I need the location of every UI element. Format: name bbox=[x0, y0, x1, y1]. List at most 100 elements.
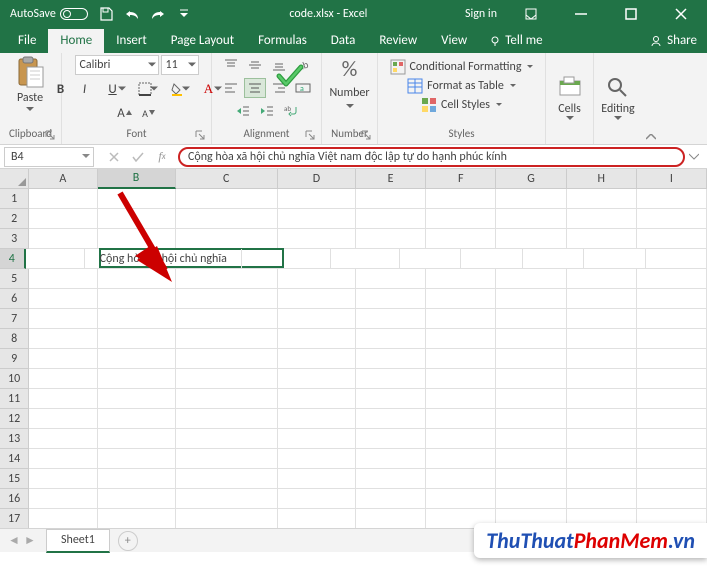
cell[interactable] bbox=[278, 409, 356, 429]
cell[interactable] bbox=[637, 389, 707, 409]
cell[interactable] bbox=[356, 509, 426, 529]
cell[interactable] bbox=[278, 269, 356, 289]
column-header[interactable]: F bbox=[426, 169, 496, 189]
sheet-tab-active[interactable]: Sheet1 bbox=[46, 529, 110, 553]
cell[interactable] bbox=[567, 429, 637, 449]
column-header[interactable]: A bbox=[29, 169, 97, 189]
cell[interactable] bbox=[567, 389, 637, 409]
cell[interactable] bbox=[176, 309, 278, 329]
cell[interactable] bbox=[98, 509, 176, 529]
cell[interactable] bbox=[278, 429, 356, 449]
cell[interactable] bbox=[567, 189, 637, 209]
tab-formulas[interactable]: Formulas bbox=[246, 29, 319, 53]
cell[interactable] bbox=[646, 249, 707, 269]
fill-color-button[interactable] bbox=[162, 79, 192, 99]
cell[interactable] bbox=[567, 469, 637, 489]
row-header[interactable]: 11 bbox=[0, 389, 29, 409]
column-header[interactable]: H bbox=[567, 169, 637, 189]
enter-formula-button[interactable] bbox=[126, 147, 150, 167]
cell[interactable] bbox=[331, 249, 399, 269]
cell[interactable] bbox=[29, 289, 97, 309]
row-header[interactable]: 13 bbox=[0, 429, 29, 449]
row-header[interactable]: 14 bbox=[0, 449, 29, 469]
expand-formula-bar-icon[interactable] bbox=[685, 150, 703, 164]
column-header[interactable]: E bbox=[356, 169, 426, 189]
cell[interactable] bbox=[176, 489, 278, 509]
align-top-button[interactable] bbox=[220, 55, 242, 75]
cell[interactable] bbox=[278, 189, 356, 209]
next-sheet-icon[interactable]: ► bbox=[24, 533, 38, 548]
cell[interactable] bbox=[26, 249, 86, 269]
cell[interactable] bbox=[98, 389, 176, 409]
row-header[interactable]: 17 bbox=[0, 509, 29, 529]
cell[interactable] bbox=[400, 249, 461, 269]
tab-review[interactable]: Review bbox=[367, 29, 429, 53]
cell[interactable] bbox=[29, 509, 97, 529]
autosave-toggle[interactable]: AutoSave bbox=[10, 7, 88, 21]
cell[interactable] bbox=[278, 329, 356, 349]
cell[interactable] bbox=[356, 309, 426, 329]
row-header[interactable]: 9 bbox=[0, 349, 29, 369]
cell[interactable] bbox=[637, 289, 707, 309]
cell[interactable] bbox=[278, 289, 356, 309]
cell[interactable] bbox=[426, 329, 496, 349]
cell[interactable] bbox=[637, 469, 707, 489]
cell[interactable] bbox=[426, 489, 496, 509]
cells-icon[interactable] bbox=[558, 76, 582, 100]
cell[interactable] bbox=[461, 249, 522, 269]
cell[interactable] bbox=[637, 489, 707, 509]
cell[interactable] bbox=[98, 469, 176, 489]
cell[interactable] bbox=[29, 349, 97, 369]
percent-icon[interactable]: % bbox=[342, 55, 358, 82]
cell[interactable] bbox=[496, 409, 566, 429]
formula-input[interactable]: Cộng hòa xã hội chủ nghĩa Việt nam độc l… bbox=[178, 147, 685, 167]
cell[interactable] bbox=[426, 449, 496, 469]
cell[interactable] bbox=[426, 269, 496, 289]
cell[interactable] bbox=[496, 289, 566, 309]
number-format-button[interactable]: Number bbox=[329, 86, 369, 100]
cell[interactable] bbox=[356, 269, 426, 289]
save-icon[interactable] bbox=[98, 6, 114, 22]
maximize-icon[interactable] bbox=[609, 0, 653, 28]
dialog-launcher-icon[interactable] bbox=[195, 130, 205, 140]
cell[interactable] bbox=[496, 269, 566, 289]
sign-in-link[interactable]: Sign in bbox=[465, 7, 497, 21]
tab-home[interactable]: Home bbox=[48, 29, 104, 53]
cell[interactable] bbox=[637, 329, 707, 349]
cell[interactable] bbox=[29, 449, 97, 469]
cell[interactable] bbox=[637, 229, 707, 249]
column-header[interactable]: C bbox=[176, 169, 278, 189]
row-header[interactable]: 4 bbox=[0, 249, 26, 269]
cell[interactable] bbox=[496, 489, 566, 509]
cell[interactable] bbox=[278, 489, 356, 509]
cell[interactable] bbox=[278, 369, 356, 389]
column-header[interactable]: B bbox=[98, 169, 176, 189]
row-header[interactable]: 10 bbox=[0, 369, 29, 389]
cell[interactable] bbox=[176, 469, 278, 489]
row-header[interactable]: 15 bbox=[0, 469, 29, 489]
bold-button[interactable]: B bbox=[50, 79, 72, 99]
cell[interactable] bbox=[637, 429, 707, 449]
cell[interactable] bbox=[496, 389, 566, 409]
cell[interactable] bbox=[176, 349, 278, 369]
cell[interactable] bbox=[176, 369, 278, 389]
prev-sheet-icon[interactable]: ◄ bbox=[8, 533, 22, 548]
cell[interactable] bbox=[29, 189, 97, 209]
font-color-button[interactable]: A bbox=[194, 79, 224, 99]
increase-indent-button[interactable] bbox=[256, 101, 278, 121]
cell[interactable] bbox=[567, 269, 637, 289]
cell[interactable] bbox=[426, 369, 496, 389]
paste-button[interactable]: Paste bbox=[17, 91, 43, 105]
cell[interactable] bbox=[356, 289, 426, 309]
cell[interactable] bbox=[278, 389, 356, 409]
cell[interactable] bbox=[29, 409, 97, 429]
editing-icon[interactable] bbox=[606, 76, 630, 100]
dialog-launcher-icon[interactable] bbox=[361, 130, 371, 140]
cell[interactable] bbox=[29, 269, 97, 289]
wrap-text-button[interactable]: ab bbox=[280, 101, 302, 121]
cell[interactable] bbox=[356, 429, 426, 449]
cell[interactable] bbox=[29, 469, 97, 489]
cell[interactable] bbox=[496, 429, 566, 449]
cell[interactable] bbox=[496, 369, 566, 389]
add-sheet-button[interactable]: + bbox=[118, 531, 138, 551]
